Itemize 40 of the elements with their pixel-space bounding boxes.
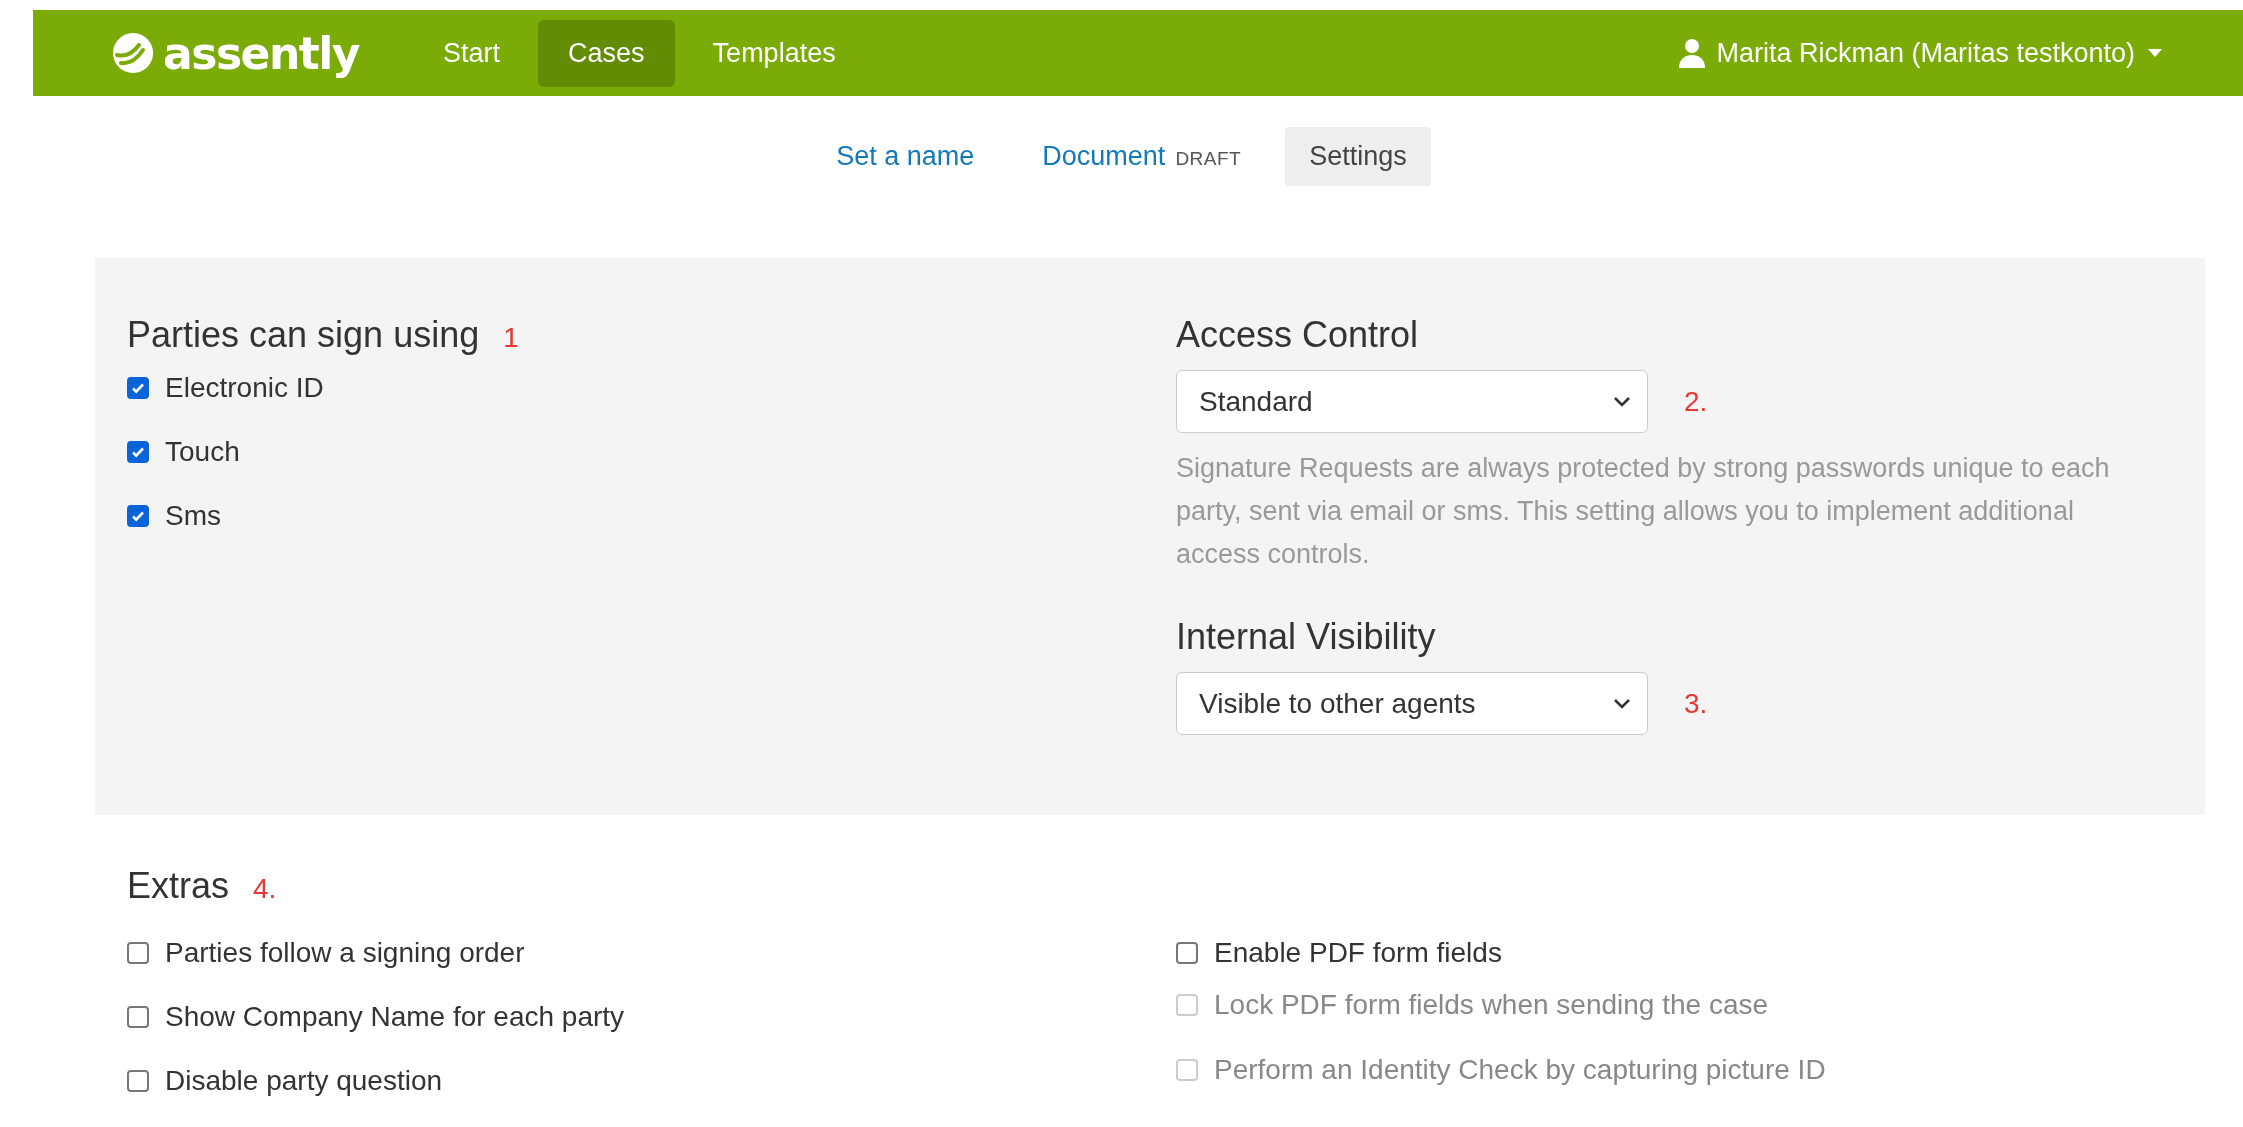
user-menu[interactable]: Marita Rickman (Maritas testkonto) (1678, 37, 2163, 69)
section-title: Access Control (1176, 314, 1419, 355)
checkbox-label: Disable party question (165, 1065, 443, 1097)
checkbox[interactable] (1176, 942, 1198, 964)
chevron-down-icon (1613, 697, 1631, 710)
checkbox[interactable] (127, 441, 149, 463)
checkbox-label: Electronic ID (165, 372, 324, 404)
dropdown[interactable]: Visible to other agents (1176, 672, 1648, 735)
checkbox-label: Parties follow a signing order (165, 937, 525, 969)
dropdown[interactable]: Standard (1176, 370, 1648, 433)
status-label: DRAFT (1175, 147, 1242, 170)
checkbox[interactable] (127, 505, 149, 527)
nav-tab[interactable]: Templates (682, 19, 866, 87)
checkbox-label: Perform an Identity Check by capturing picture ID (1214, 1054, 1826, 1086)
checkbox-label: Sms (165, 500, 221, 532)
checkbox[interactable] (127, 942, 149, 964)
section-title: Parties can sign using (127, 314, 480, 356)
checkbox[interactable] (127, 1006, 149, 1028)
step-tab[interactable]: Settings (1285, 126, 1431, 186)
nav-tab[interactable]: Cases (538, 19, 675, 87)
logo-text: assently (163, 27, 360, 79)
chevron-down-icon (1613, 395, 1631, 408)
step-number: 1 (503, 322, 519, 354)
checkbox-label: Touch (165, 436, 240, 468)
checkbox-label: Lock PDF form fields when sending the case (1214, 989, 1769, 1021)
step-number: 2. (1684, 385, 1708, 418)
checkbox[interactable] (127, 377, 149, 399)
checkbox-label: Enable PDF form fields (1214, 937, 1502, 969)
help-text: Signature Requests are always protected by strong passwords unique to each party, sent via email or sms. This setting allows you to implement additional access controls. (1176, 452, 2111, 571)
step-tab[interactable]: Set a name (812, 126, 999, 186)
user-icon (1678, 38, 1707, 68)
section-title: Extras (127, 865, 230, 907)
step-tab[interactable]: Document DRAFT (1018, 126, 1266, 186)
caret-icon (2147, 48, 2163, 58)
section-title: Internal Visibility (1176, 616, 1437, 658)
step-number: 3. (1684, 687, 1708, 720)
step-number: 4. (253, 873, 277, 905)
checkbox[interactable] (127, 1070, 149, 1092)
checkbox-label: Show Company Name for each party (165, 1001, 625, 1033)
nav-tab[interactable]: Start (413, 19, 531, 87)
